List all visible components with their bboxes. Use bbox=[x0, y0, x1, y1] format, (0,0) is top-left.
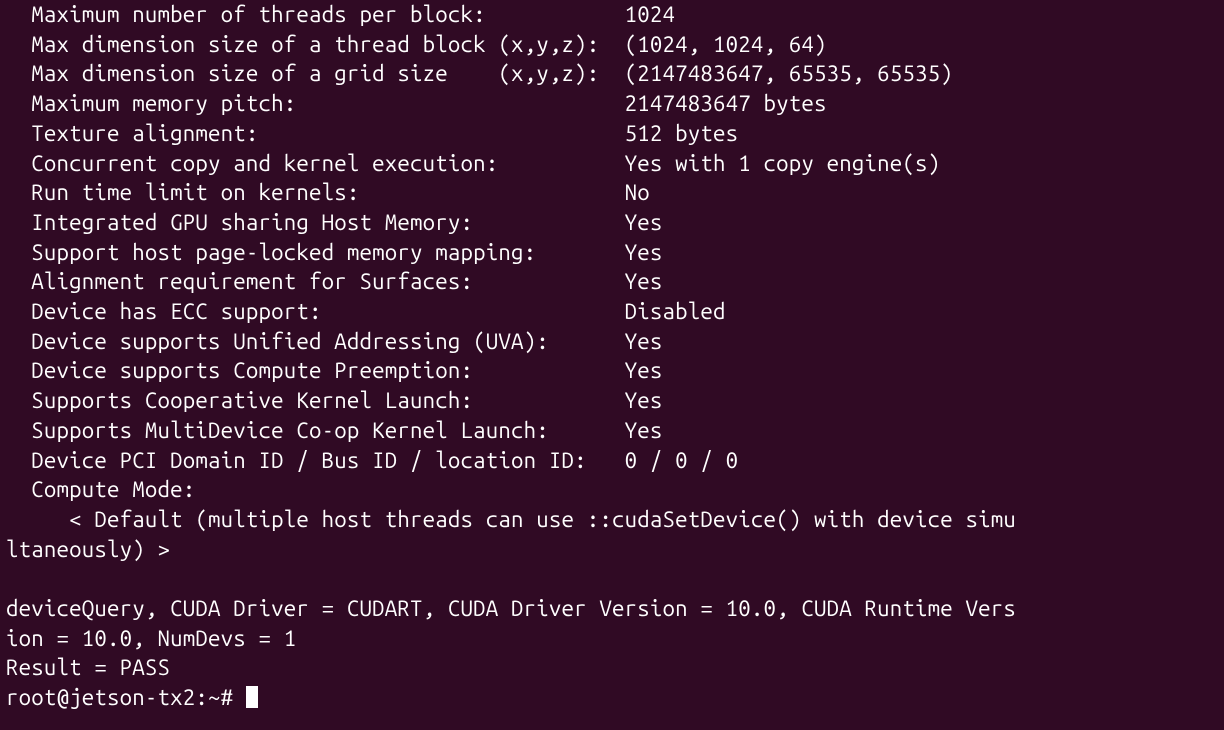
compute-mode-detail: < Default (multiple host threads can use… bbox=[6, 507, 1016, 562]
summary-line: deviceQuery, CUDA Driver = CUDART, CUDA … bbox=[6, 596, 1016, 651]
cursor-block bbox=[246, 686, 258, 708]
device-query-props: Maximum number of threads per block: 102… bbox=[6, 2, 953, 502]
terminal-output[interactable]: Maximum number of threads per block: 102… bbox=[0, 0, 1224, 713]
shell-prompt: root@jetson-tx2:~# bbox=[6, 685, 233, 710]
result-line: Result = PASS bbox=[6, 655, 170, 680]
